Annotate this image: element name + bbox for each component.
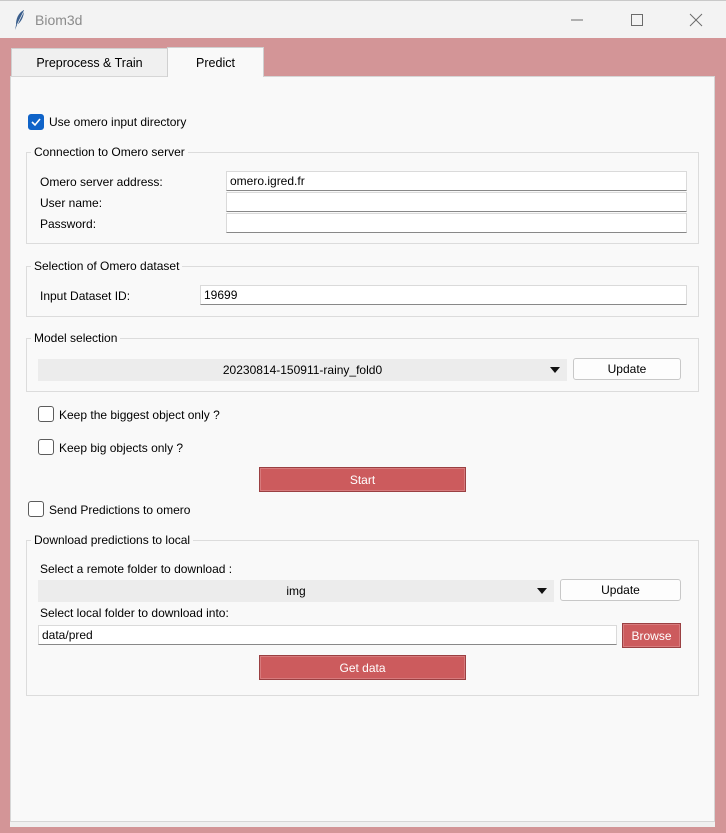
send-predictions-label: Send Predictions to omero [49,503,191,517]
keep-big-label: Keep big objects only ? [59,441,184,455]
use-omero-label: Use omero input directory [49,115,187,129]
user-name-label: User name: [40,196,103,210]
close-icon[interactable] [684,8,708,32]
tab-predict[interactable]: Predict [167,47,264,77]
model-select[interactable]: 20230814-150911-rainy_fold0 [38,359,567,381]
remote-folder-label: Select a remote folder to download : [40,562,233,576]
get-data-button[interactable]: Get data [259,655,466,680]
model-update-button[interactable]: Update [573,358,681,380]
dataset-id-label: Input Dataset ID: [40,289,131,303]
maximize-icon[interactable] [625,8,649,32]
dropdown-arrow-icon [537,588,547,594]
tab-label: Predict [196,55,235,70]
get-data-label: Get data [339,660,386,675]
remote-update-button[interactable]: Update [560,579,681,601]
minimize-icon[interactable] [565,8,589,32]
remote-update-label: Update [601,583,640,597]
keep-biggest-checkbox[interactable] [38,406,54,422]
connection-group-title: Connection to Omero server [31,145,188,159]
tab-preprocess-train[interactable]: Preprocess & Train [11,48,168,77]
browse-button[interactable]: Browse [622,623,681,648]
use-omero-checkbox[interactable] [28,114,44,130]
remote-folder-select[interactable]: img [38,580,554,602]
model-selection-title: Model selection [31,331,121,345]
download-group-title: Download predictions to local [31,533,194,547]
feather-icon [15,10,25,30]
server-address-input[interactable]: omero.igred.fr [226,171,687,191]
user-name-input[interactable] [226,192,687,212]
model-update-label: Update [607,362,647,376]
tab-label: Preprocess & Train [36,56,143,70]
start-button[interactable]: Start [259,467,466,492]
dataset-id-input[interactable]: 19699 [200,285,687,305]
local-folder-input[interactable]: data/pred [38,625,617,645]
password-label: Password: [40,217,97,231]
start-label: Start [349,472,376,487]
remote-folder-value: img [286,584,306,598]
browse-label: Browse [631,628,672,643]
dropdown-arrow-icon [550,367,560,373]
panel-bottom-edge [10,822,715,827]
password-input[interactable] [226,213,687,233]
send-predictions-checkbox[interactable] [28,501,44,517]
window-title: Biom3d [35,12,83,28]
server-address-label: Omero server address: [40,175,163,189]
checkmark-icon [31,118,41,127]
dataset-group-title: Selection of Omero dataset [31,259,183,273]
local-folder-label: Select local folder to download into: [40,606,229,620]
keep-biggest-label: Keep the biggest object only ? [59,408,220,422]
title-bar: Biom3d [0,0,726,38]
keep-big-checkbox[interactable] [38,439,54,455]
model-select-value: 20230814-150911-rainy_fold0 [222,363,383,377]
